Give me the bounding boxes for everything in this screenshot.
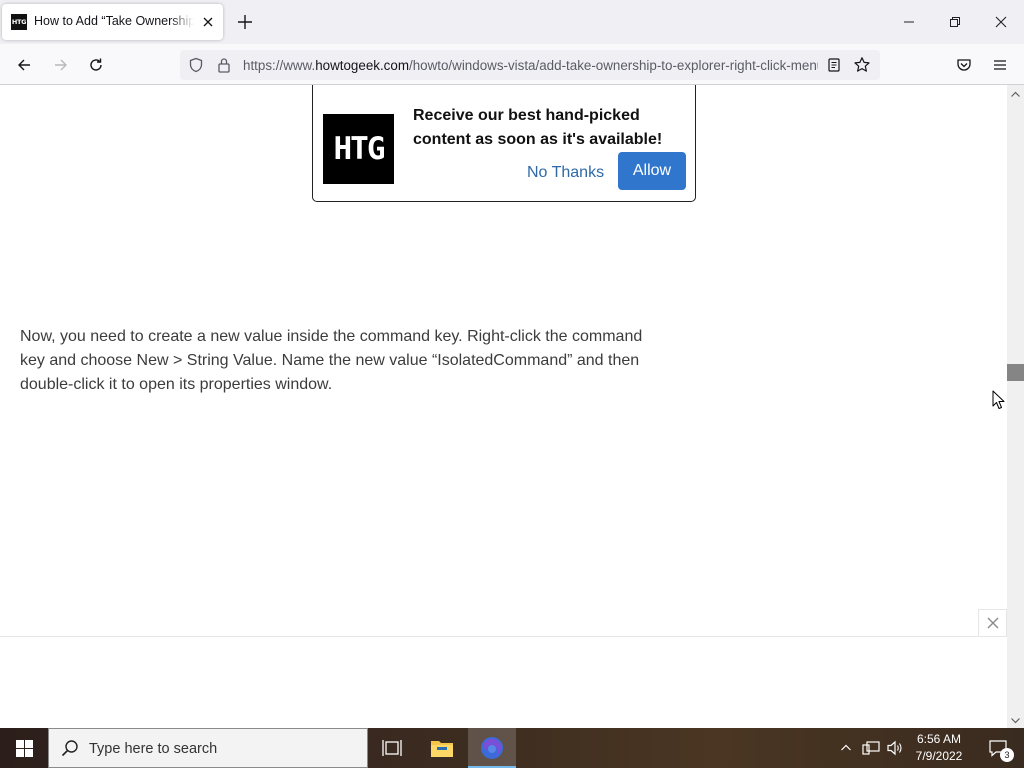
- tab-title: How to Add “Take Ownership” to Explorer’…: [34, 14, 194, 30]
- search-icon: [61, 739, 79, 762]
- vertical-scrollbar[interactable]: [1007, 85, 1024, 728]
- scroll-up-arrow-icon[interactable]: [1010, 87, 1021, 105]
- tab-close-icon[interactable]: [200, 14, 216, 30]
- hamburger-menu-button[interactable]: [985, 50, 1015, 80]
- window-close-button[interactable]: [978, 0, 1024, 44]
- reload-button[interactable]: [81, 50, 111, 80]
- back-button[interactable]: [9, 50, 39, 80]
- show-hidden-icons-chevron-icon[interactable]: [836, 728, 856, 768]
- volume-icon[interactable]: [884, 728, 906, 768]
- start-button[interactable]: [0, 728, 48, 768]
- forward-button[interactable]: [46, 50, 76, 80]
- notification-count-badge: 3: [1000, 748, 1014, 762]
- htg-logo: HTG: [323, 114, 394, 184]
- pocket-button[interactable]: [949, 50, 979, 80]
- clock-date: 7/9/2022: [915, 749, 963, 763]
- mouse-pointer-icon: [992, 390, 1006, 416]
- firefox-taskbar-button[interactable]: [468, 728, 516, 768]
- search-placeholder: Type here to search: [89, 741, 218, 757]
- new-tab-plus-icon[interactable]: [235, 12, 255, 32]
- allow-button[interactable]: Allow: [618, 152, 686, 190]
- page-content: HTG Receive our best hand-picked content…: [0, 85, 1007, 728]
- bookmark-star-icon[interactable]: [853, 56, 871, 79]
- url-path: /howto/windows-vista/add-take-ownership-…: [408, 58, 818, 73]
- windows-taskbar: Type here to search 6:56 AM 7/9/2022 3: [0, 728, 1024, 768]
- tracking-protection-shield-icon[interactable]: [188, 57, 204, 78]
- scrollbar-thumb[interactable]: [1007, 364, 1024, 381]
- taskbar-search-box[interactable]: Type here to search: [48, 728, 368, 768]
- action-center-button[interactable]: 3: [978, 728, 1018, 768]
- system-clock[interactable]: 6:56 AM 7/9/2022: [908, 731, 970, 765]
- url-text[interactable]: https://www.howtogeek.com/howto/windows-…: [243, 58, 818, 73]
- url-prefix: https://www.: [243, 58, 316, 73]
- clock-time: 6:56 AM: [916, 732, 962, 746]
- article-paragraph: Now, you need to create a new value insi…: [20, 328, 643, 393]
- windows-logo-icon: [15, 739, 33, 757]
- folder-icon: [431, 741, 453, 757]
- navigation-toolbar: https://www.howtogeek.com/howto/windows-…: [0, 44, 1024, 85]
- task-view-button[interactable]: [368, 728, 416, 768]
- no-thanks-button[interactable]: No Thanks: [527, 161, 604, 185]
- bottom-ad-banner: [0, 636, 1007, 728]
- ad-close-button[interactable]: [978, 609, 1007, 636]
- tab-favicon: HTG: [11, 14, 27, 30]
- tab-active[interactable]: HTG How to Add “Take Ownership” to Explo…: [2, 4, 223, 40]
- tab-strip: HTG How to Add “Take Ownership” to Explo…: [0, 0, 1024, 44]
- network-icon[interactable]: [860, 728, 882, 768]
- notification-message: Receive our best hand-picked content as …: [413, 107, 663, 148]
- task-view-icon: [382, 740, 402, 756]
- reader-view-icon[interactable]: [826, 57, 842, 78]
- window-minimize-button[interactable]: [886, 0, 932, 44]
- url-host: howtogeek.com: [315, 58, 409, 73]
- url-bar[interactable]: https://www.howtogeek.com/howto/windows-…: [180, 50, 880, 80]
- file-explorer-button[interactable]: [418, 728, 466, 768]
- lock-icon[interactable]: [217, 57, 231, 78]
- window-restore-button[interactable]: [932, 0, 978, 44]
- notification-opt-in-popup: HTG Receive our best hand-picked content…: [312, 85, 696, 202]
- firefox-icon: [481, 737, 503, 759]
- close-icon: [987, 617, 998, 629]
